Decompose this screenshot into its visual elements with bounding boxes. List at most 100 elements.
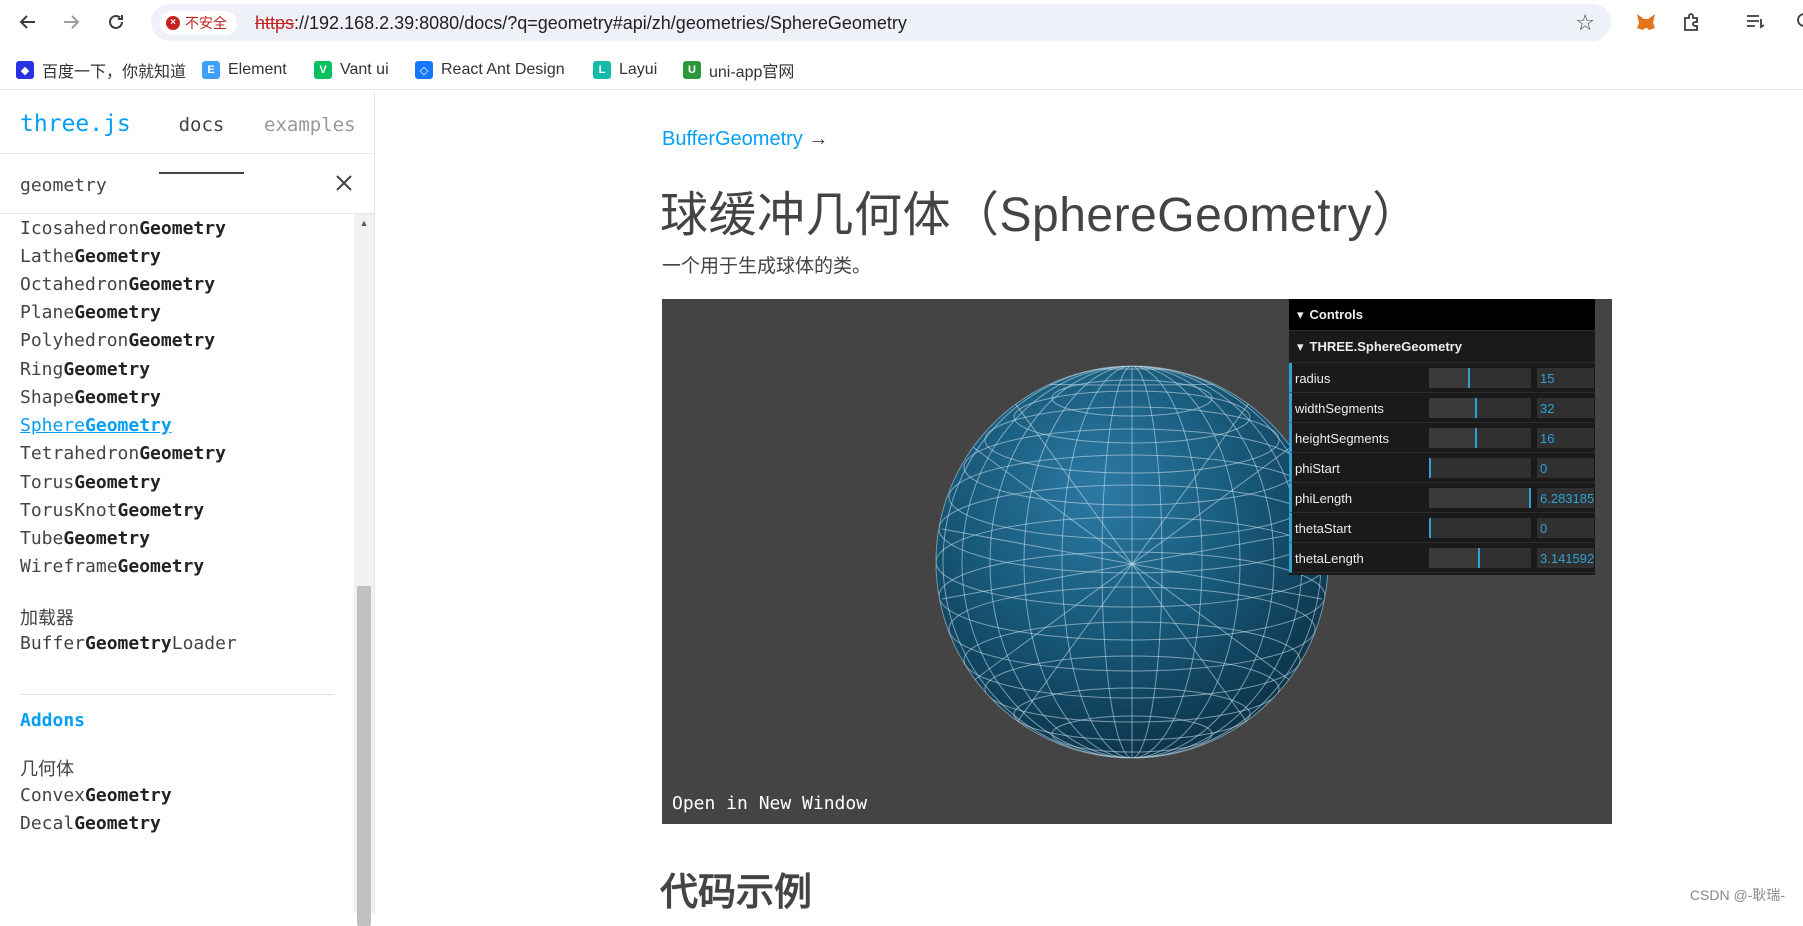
list-item-polyhedron[interactable]: PolyhedronGeometry [20,330,215,351]
control-slider[interactable] [1429,488,1531,508]
addons-heading: Addons [20,710,85,731]
antd-logo-icon: ◇ [415,61,433,79]
reading-list-icon[interactable] [1742,9,1768,35]
search-input[interactable]: geometry [20,175,107,196]
layui-logo-icon: L [593,61,611,79]
element-logo-icon: E [202,61,220,79]
geometry-folder-header[interactable]: ▾ THREE.SphereGeometry [1289,331,1595,363]
list-item-ring[interactable]: RingGeometry [20,359,150,380]
list-item-tetrahedron[interactable]: TetrahedronGeometry [20,443,226,464]
bookmark-label: React Ant Design [441,61,565,79]
sphere-demo-viewport[interactable]: ▾ Controls ▾ THREE.SphereGeometry radius… [662,299,1612,824]
bookmark-vant[interactable]: V Vant ui [314,60,389,80]
clear-search-button[interactable] [330,169,358,197]
page-title: 球缓冲几何体（SphereGeometry） [660,175,1421,245]
profile-icon[interactable] [1788,9,1803,35]
controls-panel: ▾ Controls ▾ THREE.SphereGeometry radius… [1289,299,1595,575]
control-row-radius: radius 15 [1289,363,1595,393]
control-value-input[interactable]: 6.283185 [1537,488,1594,508]
bookmark-baidu[interactable]: ◆ 百度一下，你就知道 [16,60,186,80]
parent-class-link[interactable]: BufferGeometry → [662,128,828,151]
search-results-list: IcosahedronGeometry LatheGeometry Octahe… [0,214,353,913]
control-slider[interactable] [1429,458,1531,478]
bookmark-label: Layui [619,61,657,79]
category-loaders: 加载器 [20,604,74,630]
list-item-tube[interactable]: TubeGeometry [20,528,150,549]
list-item-octahedron[interactable]: OctahedronGeometry [20,274,215,295]
address-bar[interactable]: × 不安全 https://192.168.2.39:8080/docs/?q=… [151,4,1611,41]
control-slider[interactable] [1429,398,1531,418]
extensions-puzzle-icon[interactable] [1678,9,1704,35]
control-row-heightsegments: heightSegments16 [1289,423,1595,453]
bookmark-label: Element [228,61,287,79]
chevron-down-icon: ▾ [1297,307,1304,323]
list-item-decal[interactable]: DecalGeometry [20,813,161,834]
scroll-up-arrow-icon[interactable]: ▲ [354,214,374,232]
list-item-icosahedron[interactable]: IcosahedronGeometry [20,218,226,239]
list-item-convex[interactable]: ConvexGeometry [20,785,172,806]
bookmarks-bar: ◆ 百度一下，你就知道 E Element V Vant ui ◇ React … [0,50,1803,90]
watermark: CSDN @-耿瑞- [1690,885,1785,905]
security-chip[interactable]: × 不安全 [160,11,237,35]
control-value-input[interactable]: 16 [1537,428,1594,448]
reload-icon [107,13,125,31]
forward-arrow-icon [62,13,80,31]
warning-icon: × [166,16,180,30]
control-value-input[interactable]: 15 [1537,368,1594,388]
scroll-thumb[interactable] [357,586,371,926]
reload-button[interactable] [104,10,128,34]
security-label: 不安全 [185,13,227,33]
control-value-input[interactable]: 0 [1537,458,1594,478]
list-item-plane[interactable]: PlaneGeometry [20,302,161,323]
control-value-input[interactable]: 0 [1537,518,1594,538]
control-slider[interactable] [1429,368,1531,388]
url-rest: ://192.168.2.39:8080/docs/?q=geometry#ap… [294,13,907,33]
control-value-input[interactable]: 3.141592 [1537,548,1594,568]
slider-fill [1429,368,1470,388]
sidebar-scrollbar[interactable]: ▲ [354,214,374,913]
bookmark-antd[interactable]: ◇ React Ant Design [415,60,565,80]
list-item-torusknot[interactable]: TorusKnotGeometry [20,500,204,521]
brand-logo[interactable]: three.js [20,111,131,137]
list-item-lathe[interactable]: LatheGeometry [20,246,161,267]
url-protocol: https [255,13,294,33]
forward-button[interactable] [59,10,83,34]
chevron-down-icon: ▾ [1297,339,1304,355]
control-slider[interactable] [1429,428,1531,448]
bookmark-star-icon[interactable]: ☆ [1575,10,1595,36]
slider-fill [1429,488,1531,508]
list-item-buffergeometryloader[interactable]: BufferGeometryLoader [20,633,237,654]
docs-sidebar: three.js docs examples geometry Icosahed… [0,91,375,913]
bookmark-element[interactable]: E Element [202,60,287,80]
control-value-input[interactable]: 32 [1537,398,1594,418]
open-in-new-window-link[interactable]: Open in New Window [672,793,867,814]
list-item-wireframe[interactable]: WireframeGeometry [20,556,204,577]
control-slider[interactable] [1429,518,1531,538]
control-row-philength: phiLength 6.283185 [1289,483,1595,513]
baidu-paw-icon: ◆ [16,61,34,79]
list-item-shape[interactable]: ShapeGeometry [20,387,161,408]
control-slider[interactable] [1429,548,1531,568]
divider [20,694,334,695]
tab-docs[interactable]: docs [159,111,244,174]
bookmark-uniapp[interactable]: U uni-app官网 [683,60,794,80]
url-text[interactable]: https://192.168.2.39:8080/docs/?q=geomet… [255,13,907,34]
tab-examples[interactable]: examples [264,114,356,136]
list-item-torus[interactable]: TorusGeometry [20,472,161,493]
control-label: radius [1295,371,1330,386]
uniapp-logo-icon: U [683,61,701,79]
doc-content: BufferGeometry → 球缓冲几何体（SphereGeometry） … [376,91,1803,913]
vant-logo-icon: V [314,61,332,79]
list-item-sphere-active[interactable]: SphereGeometry [20,415,172,436]
bookmark-layui[interactable]: L Layui [593,60,657,80]
back-button[interactable] [16,10,40,34]
control-label: widthSegments [1295,401,1384,416]
controls-header[interactable]: ▾ Controls [1289,299,1595,331]
back-arrow-icon [19,13,37,31]
category-geometries: 几何体 [20,755,74,781]
control-label: phiLength [1295,491,1352,506]
metamask-fox-icon[interactable] [1633,9,1659,35]
control-row-thetastart: thetaStart0 [1289,513,1595,543]
page-description: 一个用于生成球体的类。 [662,251,871,278]
controls-rows: radius 15 widthSegments 32 heightSegments16 p… [1289,363,1595,573]
